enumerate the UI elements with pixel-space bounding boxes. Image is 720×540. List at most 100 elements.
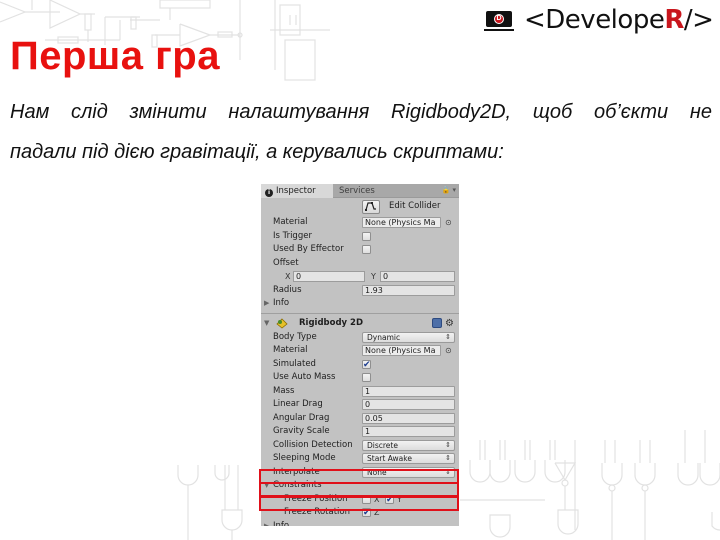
body-type-label: Body Type [273,331,317,342]
is-trigger-checkbox[interactable] [362,231,371,241]
logo-text-suffix: /> [683,5,714,35]
linear-drag-label: Linear Drag [273,399,323,409]
developer-logo: D <DevelopeR/> [484,5,714,35]
body-type-row: Body Type Dynamic ⇕ [261,331,459,345]
interpolate-row: Interpolate None ⇕ [261,466,459,480]
collider-material-row: Material None (Physics Ma ⊙ [261,216,459,230]
object-picker-icon[interactable]: ⊙ [445,216,452,230]
linear-drag-row: Linear Drag 0 [261,398,459,412]
collider-material-label: Material [273,217,308,227]
mass-row: Mass 1 [261,385,459,399]
edit-collider-row: Edit Collider [261,198,459,216]
offset-y-field[interactable]: 0 [380,271,455,282]
page-title: Перша гра [10,34,220,78]
info-icon: i [265,189,273,197]
offset-x-label: X [285,272,291,281]
gear-icon[interactable]: ⚙ [445,316,454,331]
offset-x-field[interactable]: 0 [293,271,365,282]
collision-detection-row: Collision Detection Discrete ⇕ [261,439,459,453]
use-auto-mass-label: Use Auto Mass [273,372,336,382]
help-book-icon[interactable] [432,317,442,328]
used-by-effector-row: Used By Effector [261,243,459,257]
mass-field[interactable]: 1 [362,385,455,397]
radius-field[interactable]: 1.93 [362,284,455,296]
freeze-position-y-label: Y [397,494,402,504]
is-trigger-row: Is Trigger [261,230,459,244]
edit-collider-button[interactable] [362,200,380,214]
offset-xy-row: X 0 Y 0 [261,270,459,284]
used-by-effector-label: Used By Effector [273,244,344,254]
freeze-position-label: Freeze Position [284,493,348,504]
edit-collider-label: Edit Collider [389,201,441,211]
laptop-logo-icon: D [484,9,514,31]
foldout-open-icon: ▼ [264,481,270,489]
angular-drag-field[interactable]: 0.05 [362,412,455,424]
mass-label: Mass [273,385,295,396]
collider-material-field[interactable]: None (Physics Ma [362,217,441,228]
collider-info-foldout[interactable]: ▶ Info [261,297,459,311]
offset-row: Offset [261,257,459,271]
offset-y-label: Y [371,272,376,281]
use-auto-mass-row: Use Auto Mass [261,371,459,385]
simulated-label: Simulated [273,358,316,369]
is-trigger-label: Is Trigger [273,230,312,241]
rigidbody-info-label: Info [273,520,290,527]
interpolate-label: Interpolate [273,466,320,477]
rb-material-label: Material [273,345,308,355]
dropdown-arrows-icon: ⇕ [445,440,451,449]
angular-drag-row: Angular Drag 0.05 [261,412,459,426]
paragraph-line-1: Нам слід змінити налаштування Rigidbody2… [10,101,712,123]
unity-inspector-panel: i Inspector Services 🔒 ▾ Edit Collider Ma… [261,184,459,526]
foldout-closed-icon: ▶ [264,521,270,527]
constraints-label: Constraints [273,480,322,490]
freeze-rotation-z-checkbox[interactable]: ✔ [362,508,371,518]
gravity-scale-row: Gravity Scale 1 [261,425,459,439]
freeze-position-row: Freeze Position X ✔ Y [261,493,459,507]
freeze-rotation-z-label: Z [374,508,380,517]
tab-inspector[interactable]: i Inspector [261,184,333,198]
freeze-position-x-label: X [374,494,380,504]
inspector-tab-bar: i Inspector Services 🔒 ▾ [261,184,459,198]
linear-drag-field[interactable]: 0 [362,399,455,410]
tab-services[interactable]: Services [333,184,381,198]
radius-label: Radius [273,284,302,295]
foldout-closed-icon: ▶ [264,299,270,307]
collider-info-label: Info [273,298,290,308]
interpolate-dropdown[interactable]: None ⇕ [362,466,455,478]
lock-menu-icon[interactable]: 🔒 ▾ [442,186,456,194]
paragraph-line-2: падали під дією гравітації, а керувались… [10,141,504,163]
angular-drag-label: Angular Drag [273,412,330,423]
constraints-foldout[interactable]: ▼ Constraints [261,479,459,493]
simulated-checkbox[interactable]: ✔ [362,359,371,369]
freeze-rotation-label: Freeze Rotation [284,507,350,517]
dropdown-arrows-icon: ⇕ [445,332,451,341]
sleeping-mode-dropdown[interactable]: Start Awake ⇕ [362,453,455,464]
rigidbody-info-foldout[interactable]: ▶ Info [261,520,459,527]
rb-material-row: Material None (Physics Ma ⊙ [261,344,459,358]
sleeping-mode-row: Sleeping Mode Start Awake ⇕ [261,452,459,466]
rigidbody2d-header[interactable]: ▼ Rigidbody 2D ⚙ [261,316,459,331]
foldout-open-icon: ▼ [264,318,270,327]
logo-text-accent: R [664,5,684,35]
rb-material-field[interactable]: None (Physics Ma [362,345,441,356]
edit-collider-icon [365,202,376,211]
object-picker-icon[interactable]: ⊙ [445,344,452,358]
component-divider [261,312,459,314]
gravity-scale-field[interactable]: 1 [362,426,455,437]
collision-detection-dropdown[interactable]: Discrete ⇕ [362,439,455,451]
sleeping-mode-label: Sleeping Mode [273,453,336,463]
used-by-effector-checkbox[interactable] [362,245,371,254]
rigidbody2d-title: Rigidbody 2D [299,317,364,328]
logo-text-prefix: <Develope [524,5,665,35]
collision-detection-label: Collision Detection [273,439,353,450]
freeze-position-x-checkbox[interactable] [362,494,371,504]
freeze-position-y-checkbox[interactable]: ✔ [385,494,394,504]
freeze-rotation-row: Freeze Rotation ✔ Z [261,506,459,520]
body-type-dropdown[interactable]: Dynamic ⇕ [362,331,455,343]
rigidbody2d-icon [276,317,288,329]
gravity-scale-label: Gravity Scale [273,426,330,436]
simulated-row: Simulated ✔ [261,358,459,372]
dropdown-arrows-icon: ⇕ [445,467,451,476]
description-paragraph: Нам слід змінити налаштування Rigidbody2… [10,92,712,172]
use-auto-mass-checkbox[interactable] [362,373,371,382]
